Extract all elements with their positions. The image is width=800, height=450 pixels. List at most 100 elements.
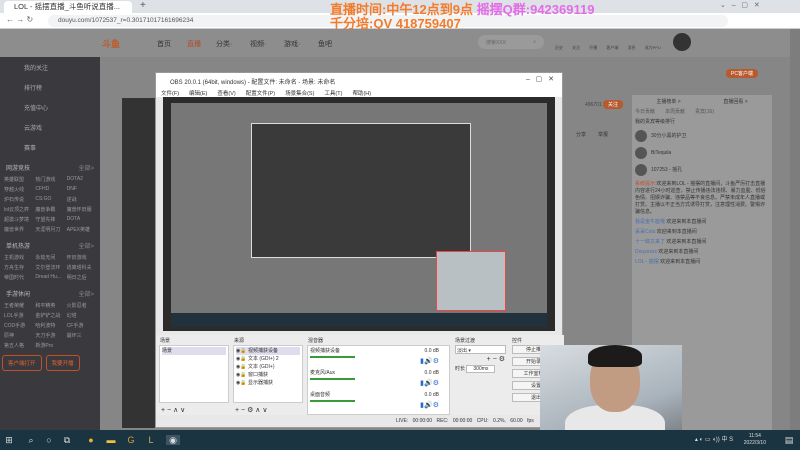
- anchor-rank-tab[interactable]: 主播榜单 >: [656, 98, 680, 105]
- sidebar-game-link[interactable]: 第五人格: [4, 342, 33, 349]
- source-item[interactable]: ◉🔒 文本 (GDI+): [236, 363, 300, 371]
- sidebar-game-link[interactable]: 炉石传说: [4, 196, 33, 203]
- sidebar-game-link[interactable]: Dread Hu...: [35, 274, 64, 281]
- sidebar-game-link[interactable]: COD手游: [4, 322, 33, 329]
- explorer-icon[interactable]: ▬: [106, 435, 116, 445]
- chat-user[interactable]: Douyuxxx: [635, 249, 657, 255]
- clock[interactable]: 11:54 2022/3/10: [744, 433, 766, 447]
- volume-slider-speaker-gear[interactable]: ▮🔊⚙: [420, 402, 439, 410]
- search-icon[interactable]: ⌕: [533, 39, 536, 45]
- nav-video[interactable]: 视频·: [250, 39, 266, 49]
- sidebar-item-recharge[interactable]: 充值中心: [0, 97, 100, 117]
- nav-home[interactable]: 首页: [157, 39, 171, 49]
- sidebar-game-link[interactable]: 主机游戏: [4, 254, 33, 261]
- tab-today[interactable]: 今日贡献: [635, 108, 655, 115]
- visibility-lock-icons[interactable]: ◉🔒: [236, 372, 248, 378]
- volume-slider-speaker-gear[interactable]: ▮🔊⚙: [420, 358, 439, 366]
- sidebar-game-link[interactable]: 火影忍者: [67, 302, 96, 309]
- sidebar-game-link[interactable]: lol云顶之弈: [4, 206, 33, 213]
- nav-category[interactable]: 分类·: [216, 39, 232, 49]
- source-item[interactable]: ◉🔒 显示器捕获: [236, 379, 300, 387]
- history-label[interactable]: 历史: [555, 45, 563, 50]
- sidebar-item-rank[interactable]: 排行榜: [0, 77, 100, 97]
- obs-window-controls[interactable]: – ▢ ✕: [526, 75, 554, 83]
- sidebar-game-link[interactable]: 幻塔: [67, 312, 96, 319]
- sidebar-game-link[interactable]: LOL手游: [4, 312, 33, 319]
- source-item[interactable]: ◉🔒 视频捕获设备: [236, 347, 300, 355]
- chat-user[interactable]: 我是金牛座哦: [635, 219, 665, 225]
- sidebar-game-link[interactable]: 天涯明月刀: [35, 226, 64, 233]
- task-view-icon[interactable]: ⧉: [62, 435, 72, 445]
- visibility-lock-icons[interactable]: ◉🔒: [236, 356, 248, 362]
- window-controls[interactable]: ⌄ – ▢ ✕: [720, 1, 760, 9]
- sidebar-game-link[interactable]: 永劫无间: [35, 254, 64, 261]
- sidebar-item-follow[interactable]: 我的关注: [0, 57, 100, 77]
- page-scrollbar[interactable]: [790, 29, 800, 430]
- visibility-lock-icons[interactable]: ◉🔒: [236, 380, 248, 386]
- sidebar-game-link[interactable]: 天刀手游: [35, 332, 64, 339]
- obs-taskbar-icon[interactable]: ◉: [166, 435, 180, 445]
- follow-button[interactable]: 关注: [603, 100, 624, 109]
- cortana-icon[interactable]: ○: [44, 435, 54, 445]
- chrome-icon[interactable]: ●: [86, 435, 96, 445]
- source-item[interactable]: ◉🔒 文本 (GDI+) 2: [236, 355, 300, 363]
- pc-client-button[interactable]: PC客户端: [726, 69, 758, 78]
- messages-label[interactable]: 消息: [628, 45, 636, 50]
- sidebar-game-link[interactable]: 帝国时代: [4, 274, 33, 281]
- duration-input[interactable]: 300ms: [466, 365, 496, 373]
- section-more-link[interactable]: 全部>: [78, 289, 94, 298]
- sidebar-game-link[interactable]: 艾尔登法环: [35, 264, 64, 271]
- broadcast-label[interactable]: 开播: [589, 45, 597, 50]
- rank-user[interactable]: 30分小黑的护卫: [651, 133, 687, 140]
- section-more-link[interactable]: 全部>: [78, 163, 94, 172]
- rank-user[interactable]: BiTequila: [651, 150, 671, 157]
- sidebar-game-link[interactable]: 魔兽争霸: [35, 206, 64, 213]
- sidebar-game-link[interactable]: 逃离塔科夫: [67, 264, 96, 271]
- obs-preview[interactable]: [163, 97, 555, 331]
- sidebar-game-link[interactable]: 魔兽怀旧服: [67, 206, 96, 213]
- sidebar-game-link[interactable]: 新游Pro: [35, 342, 64, 349]
- avatar[interactable]: [673, 33, 691, 51]
- replay-tab[interactable]: 直播回看 >: [723, 98, 747, 105]
- sidebar-game-link[interactable]: CF手游: [67, 322, 96, 329]
- volume-slider-speaker-gear[interactable]: ▮🔊⚙: [420, 380, 439, 388]
- sidebar-game-link[interactable]: CS:GO: [35, 196, 64, 203]
- notification-icon[interactable]: ▤: [784, 435, 794, 445]
- sidebar-game-link[interactable]: DOTA: [67, 216, 96, 223]
- sidebar-game-link[interactable]: DNF: [67, 186, 96, 193]
- sidebar-game-link[interactable]: DOTA2: [67, 176, 96, 183]
- source-add-remove-icons[interactable]: + − ⚙ ∧ ∨: [235, 406, 267, 414]
- sidebar-game-link[interactable]: 怀旧游戏: [67, 254, 96, 261]
- sidebar-item-events[interactable]: 赛事: [0, 137, 100, 157]
- transition-select[interactable]: 淡出 ▾: [455, 345, 506, 354]
- transition-add-remove-icons[interactable]: + − ⚙: [453, 355, 508, 363]
- sidebar-game-link[interactable]: 金铲铲之战: [35, 312, 64, 319]
- search-input[interactable]: 搜索XXX ⌕: [478, 35, 544, 49]
- site-logo[interactable]: 斗鱼: [102, 37, 120, 50]
- nav-back-forward-reload-icons[interactable]: ← → ↻: [6, 15, 33, 24]
- chat-user[interactable]: LOL - 摇摆: [635, 259, 659, 265]
- start-icon[interactable]: ⊞: [4, 435, 14, 445]
- sidebar-game-link[interactable]: 原神: [4, 332, 33, 339]
- visibility-lock-icons[interactable]: ◉🔒: [236, 348, 248, 354]
- sidebar-game-link[interactable]: CFHD: [35, 186, 64, 193]
- sidebar-game-link[interactable]: 热门游戏: [35, 176, 64, 183]
- share-button[interactable]: 分享: [576, 131, 586, 138]
- league-icon[interactable]: L: [146, 435, 156, 445]
- scene-add-remove-icons[interactable]: + − ∧ ∨: [161, 406, 185, 414]
- scene-item[interactable]: 场景: [162, 347, 226, 355]
- tab-week[interactable]: 本周贡献: [665, 108, 685, 115]
- sidebar-game-link[interactable]: 哈利波特: [35, 322, 64, 329]
- sidebar-game-link[interactable]: APEX英雄: [67, 226, 96, 233]
- sidebar-game-link[interactable]: 英雄联盟: [4, 176, 33, 183]
- sidebar-game-link[interactable]: 方舟生存: [4, 264, 33, 271]
- sidebar-game-link[interactable]: 明日之后: [67, 274, 96, 281]
- sidebar-game-link[interactable]: 魔兽世界: [4, 226, 33, 233]
- source-item[interactable]: ◉🔒 窗口捕获: [236, 371, 300, 379]
- sidebar-game-link[interactable]: 崩坏三: [67, 332, 96, 339]
- ppu-label[interactable]: 成为PPU: [645, 45, 661, 50]
- nav-yuba[interactable]: 鱼吧: [318, 39, 332, 49]
- start-stream-button[interactable]: 我要开播: [45, 355, 80, 371]
- tab-vip[interactable]: 贵宾(16): [695, 108, 714, 115]
- follow-label[interactable]: 关注: [572, 45, 580, 50]
